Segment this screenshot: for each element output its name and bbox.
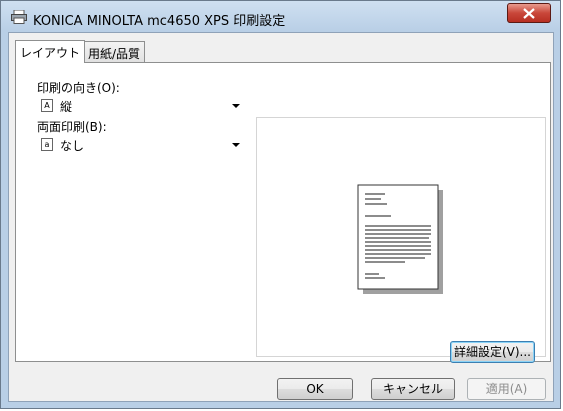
simplex-page-icon: a — [41, 138, 53, 151]
title-bar[interactable]: KONICA MINOLTA mc4650 XPS 印刷設定 — [1, 1, 560, 33]
layout-tab-panel: 印刷の向き(O): A 縦 両面印刷(B): a なし 詳細設定(V)... — [15, 62, 551, 363]
cancel-button[interactable]: キャンセル — [371, 378, 455, 400]
duplex-label: 両面印刷(B): — [37, 120, 107, 134]
close-button[interactable] — [507, 3, 551, 23]
portrait-page-icon: A — [41, 99, 53, 112]
tab-paper-quality[interactable]: 用紙/品質 — [83, 41, 146, 62]
tab-layout[interactable]: レイアウト — [15, 40, 86, 63]
duplex-dropdown[interactable]: a なし — [36, 135, 246, 155]
chevron-down-icon — [232, 143, 240, 147]
printer-icon — [11, 9, 27, 24]
dialog-body: レイアウト 用紙/品質 印刷の向き(O): A 縦 両面印刷(B): a なし — [8, 32, 554, 402]
layout-preview — [256, 117, 546, 357]
ok-button[interactable]: OK — [277, 378, 353, 400]
orientation-value: 縦 — [60, 100, 73, 114]
close-icon — [523, 8, 535, 19]
orientation-label: 印刷の向き(O): — [37, 81, 120, 95]
window-title: KONICA MINOLTA mc4650 XPS 印刷設定 — [33, 14, 286, 29]
chevron-down-icon — [232, 104, 240, 108]
print-settings-dialog: KONICA MINOLTA mc4650 XPS 印刷設定 レイアウト 用紙/… — [0, 0, 561, 409]
duplex-value: なし — [60, 139, 85, 153]
orientation-dropdown[interactable]: A 縦 — [36, 96, 246, 116]
page-preview-image — [357, 184, 443, 294]
advanced-settings-button[interactable]: 詳細設定(V)... — [450, 341, 535, 363]
apply-button[interactable]: 適用(A) — [467, 378, 546, 400]
